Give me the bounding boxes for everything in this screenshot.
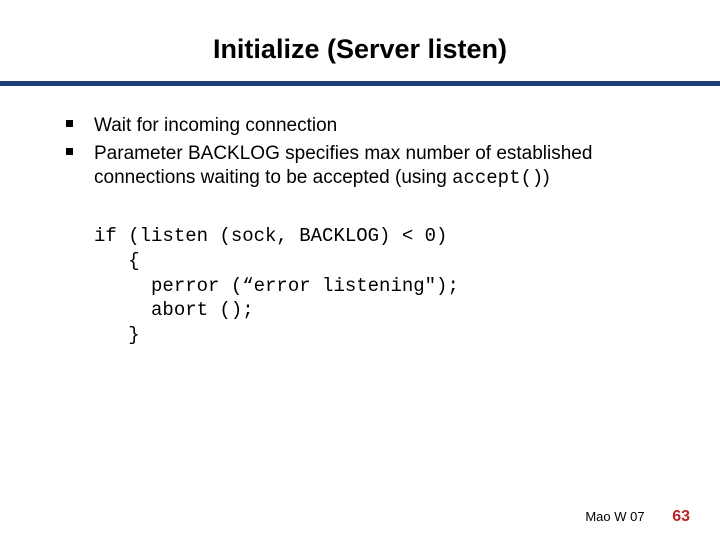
page-number: 63 [672, 508, 690, 525]
bullet-item: Parameter BACKLOG specifies max number o… [66, 142, 650, 191]
square-bullet-icon [66, 120, 73, 127]
inline-code: accept() [452, 167, 543, 189]
slide: Initialize (Server listen) Wait for inco… [0, 0, 720, 540]
code-line: } [94, 324, 140, 346]
bullet-list: Wait for incoming connection Parameter B… [66, 114, 650, 190]
code-line: { [94, 250, 140, 272]
footer-attribution: Mao W 07 [585, 509, 644, 524]
code-line: abort (); [94, 299, 254, 321]
code-line: if (listen (sock, BACKLOG) < 0) [94, 225, 447, 247]
bullet-text: Wait for incoming connection [94, 115, 337, 136]
code-line: perror (“error listening"); [94, 275, 459, 297]
code-block: if (listen (sock, BACKLOG) < 0) { perror… [94, 224, 650, 347]
bullet-item: Wait for incoming connection [66, 114, 650, 138]
slide-title: Initialize (Server listen) [0, 0, 720, 81]
square-bullet-icon [66, 148, 73, 155]
slide-content: Wait for incoming connection Parameter B… [0, 86, 720, 348]
slide-footer: Mao W 07 63 [585, 508, 690, 526]
bullet-text-suffix: ) [543, 167, 549, 188]
